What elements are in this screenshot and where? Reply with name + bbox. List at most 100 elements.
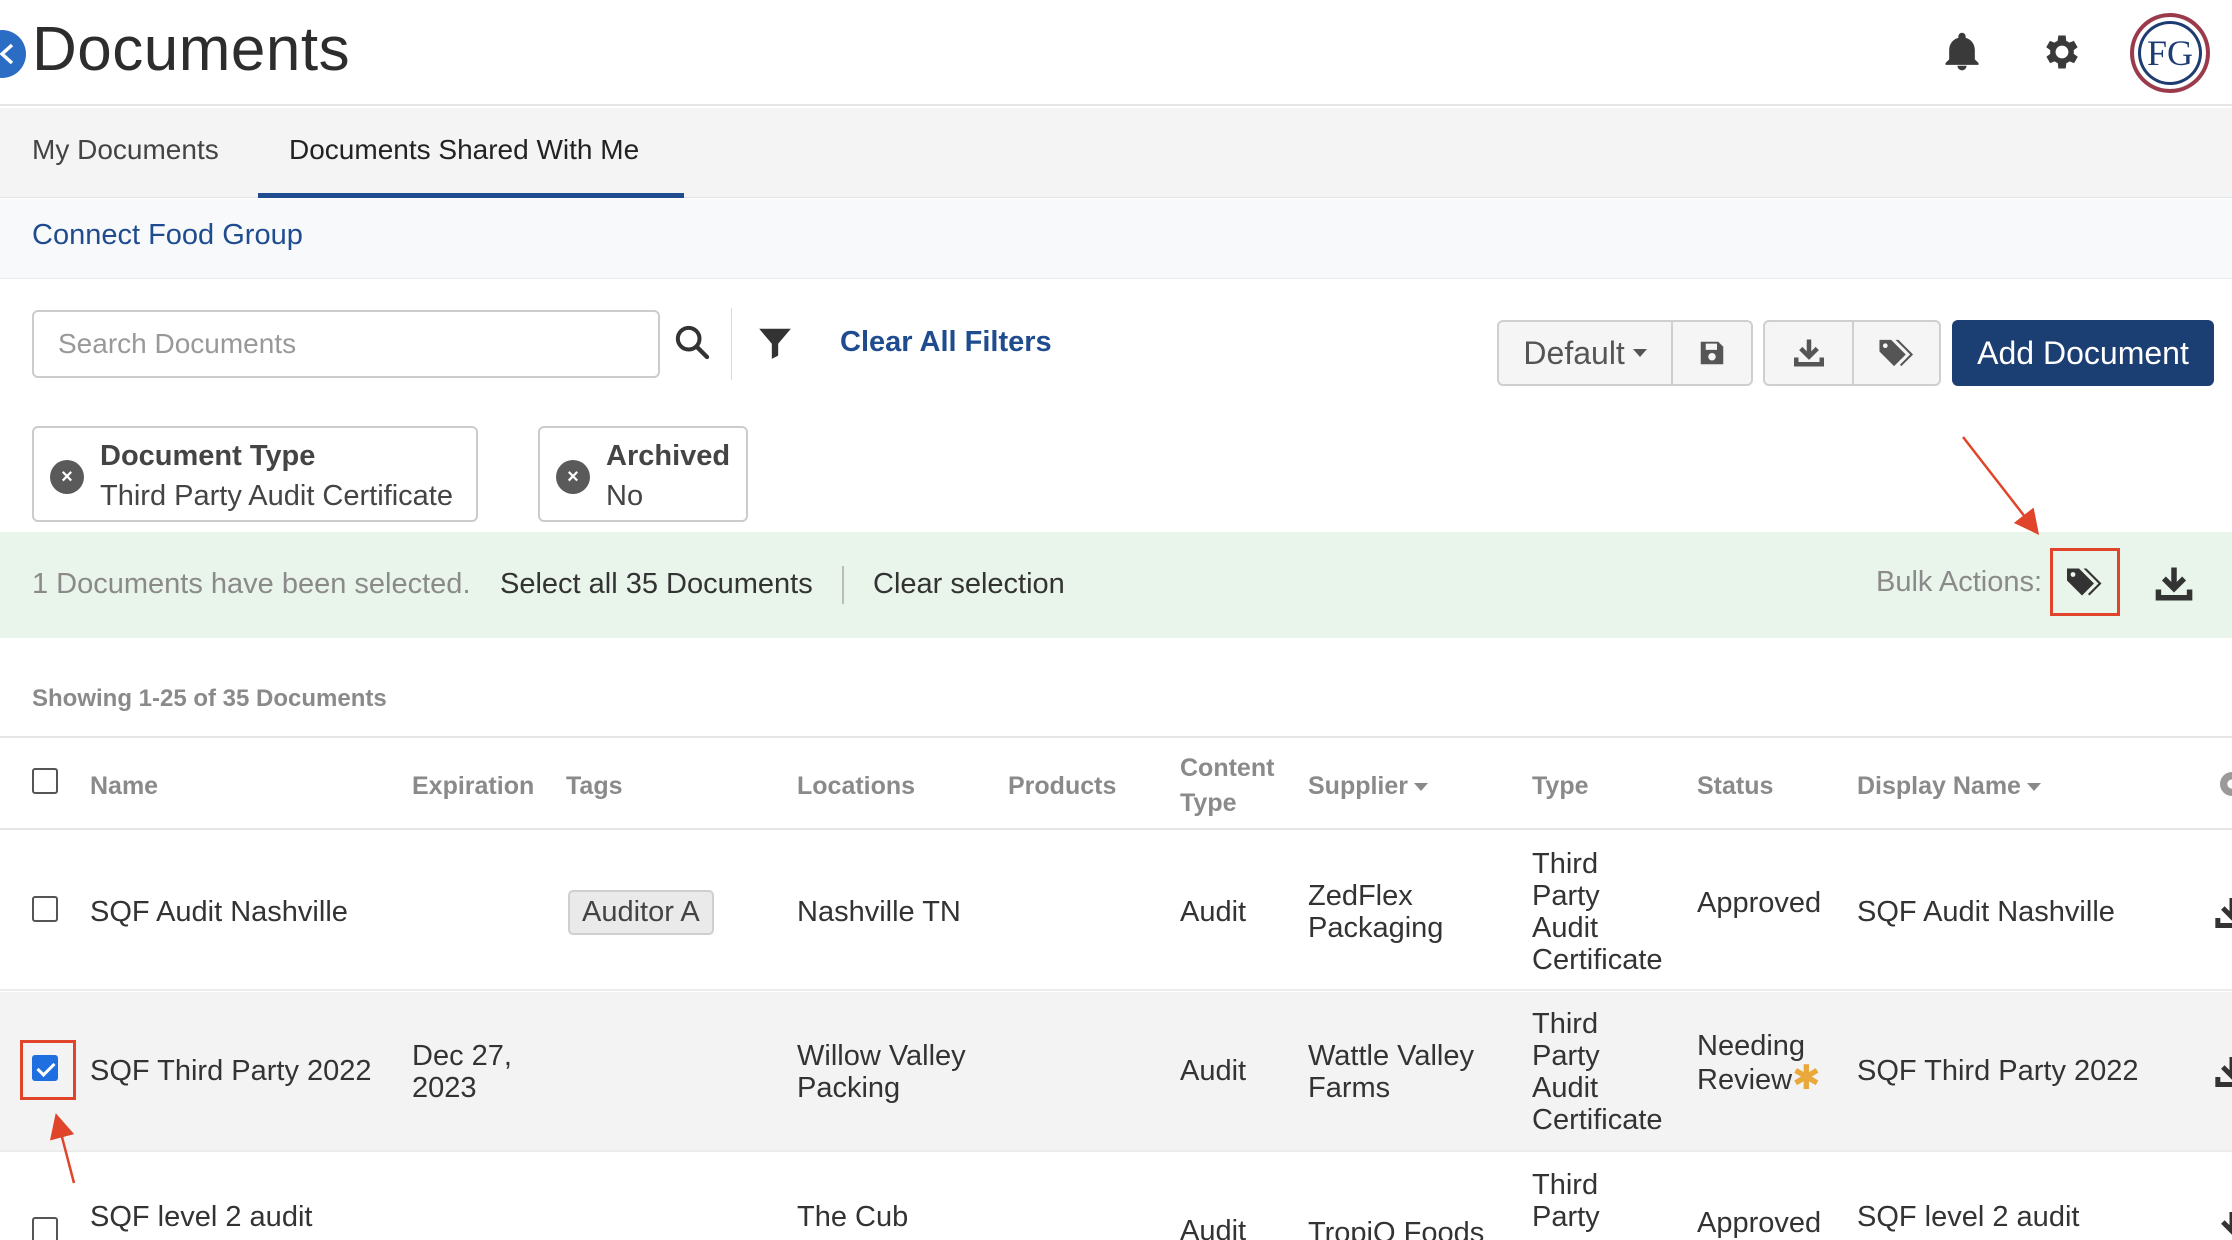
- export-button-group: [1763, 320, 1941, 386]
- caret-down-icon: [1632, 349, 1647, 357]
- row-checkbox[interactable]: [32, 1217, 58, 1240]
- results-count: Showing 1-25 of 35 Documents: [32, 685, 387, 712]
- bulk-actions-label: Bulk Actions:: [1876, 566, 2043, 598]
- column-header-locations[interactable]: Locations: [797, 772, 915, 801]
- save-view-button[interactable]: [1671, 322, 1751, 384]
- cell-supplier-line: Packaging: [1308, 912, 1444, 944]
- table-row[interactable]: SQF level 2 audit The Cub Audit TropiQ F…: [0, 1153, 2232, 1240]
- column-header-status[interactable]: Status: [1697, 772, 1773, 801]
- bulk-divider: [842, 566, 844, 604]
- cell-supplier-line: Farms: [1308, 1072, 1391, 1104]
- filter-chip-title: Archived: [606, 440, 731, 472]
- column-header-display-name-label: Display Name: [1857, 772, 2021, 800]
- cell-content-type: Audit: [1180, 1215, 1247, 1240]
- settings-gear-icon[interactable]: [2040, 30, 2084, 74]
- avatar-initials: FG: [2146, 33, 2194, 73]
- download-button[interactable]: [1765, 322, 1852, 384]
- filter-chip-title: Document Type: [100, 440, 316, 472]
- select-all-checkbox[interactable]: [32, 768, 58, 794]
- cell-type-line: Party: [1532, 1201, 1600, 1233]
- cell-type-line: Third: [1532, 1008, 1599, 1040]
- search-input[interactable]: [34, 312, 658, 376]
- remove-filter-icon[interactable]: ×: [556, 460, 590, 494]
- cell-location: Willow Valley Packing: [797, 1040, 966, 1104]
- cell-type-line: Party: [1532, 880, 1600, 912]
- row-download-icon[interactable]: [2212, 1052, 2232, 1092]
- cell-display-name: SQF Third Party 2022: [1857, 1055, 2139, 1087]
- needs-review-star-icon: ✱: [1792, 1059, 1821, 1097]
- cell-type-line: Audit: [1532, 912, 1599, 944]
- cell-content-type: Audit: [1180, 896, 1247, 928]
- search-icon[interactable]: [672, 322, 712, 362]
- table-row[interactable]: SQF Audit Nashville Auditor A Nashville …: [0, 831, 2232, 991]
- cell-expiration-line: 2023: [412, 1072, 477, 1104]
- cell-type: Third Party: [1532, 1169, 1600, 1233]
- cell-status-line: Review: [1697, 1064, 1793, 1096]
- cell-type-line: Third: [1532, 848, 1599, 880]
- cell-supplier: Wattle Valley Farms: [1308, 1040, 1474, 1104]
- tab-my-documents[interactable]: My Documents: [32, 108, 219, 198]
- column-header-display-name[interactable]: Display Name: [1857, 772, 2041, 801]
- chevron-left-icon: [0, 43, 14, 65]
- column-header-products[interactable]: Products: [1008, 772, 1116, 801]
- cell-type: Third Party Audit Certificate: [1532, 1008, 1663, 1136]
- column-header-content-line-1: Content: [1180, 754, 1275, 782]
- selected-checkbox-highlight: [20, 1040, 76, 1100]
- cell-status: Approved: [1697, 1207, 1822, 1239]
- add-document-button[interactable]: Add Document: [1952, 320, 2214, 386]
- cell-type-line: Certificate: [1532, 944, 1663, 976]
- cell-location: The Cub: [797, 1201, 909, 1233]
- filter-chip-value: No: [606, 480, 644, 512]
- cell-name[interactable]: SQF level 2 audit: [90, 1201, 312, 1233]
- view-select-dropdown[interactable]: Default: [1499, 322, 1671, 384]
- column-header-content-type[interactable]: Content Type: [1180, 754, 1274, 818]
- cell-status: Needing Review✱: [1697, 1030, 1821, 1096]
- column-header-expiration[interactable]: Expiration: [412, 772, 534, 801]
- cell-status-line: Needing: [1697, 1030, 1806, 1062]
- cell-location-line: Willow Valley: [797, 1040, 966, 1072]
- tags-icon: [1878, 339, 1913, 367]
- cell-supplier-line: Wattle Valley: [1308, 1040, 1474, 1072]
- filter-icon[interactable]: [756, 324, 794, 362]
- arrow-to-bulk-tag: [1962, 436, 2040, 535]
- bulk-download-button[interactable]: [2152, 562, 2196, 606]
- remove-filter-icon[interactable]: ×: [50, 460, 84, 494]
- collapse-sidebar-button[interactable]: [0, 30, 26, 78]
- filter-chip-archived: × Archived No: [538, 426, 748, 522]
- sort-caret-icon: [1414, 783, 1429, 792]
- clear-all-filters-link[interactable]: Clear All Filters: [840, 326, 1052, 359]
- column-header-content-line-2: Type: [1180, 789, 1237, 817]
- column-header-supplier[interactable]: Supplier: [1308, 772, 1429, 801]
- tab-documents-shared-with-me[interactable]: Documents Shared With Me: [258, 108, 684, 198]
- table-row[interactable]: SQF Third Party 2022 Dec 27, 2023 Willow…: [0, 992, 2232, 1152]
- organization-link[interactable]: Connect Food Group: [32, 219, 303, 252]
- select-all-documents-link[interactable]: Select all 35 Documents: [500, 568, 813, 601]
- row-download-icon[interactable]: [2212, 1207, 2232, 1240]
- clear-selection-link[interactable]: Clear selection: [873, 568, 1065, 601]
- cell-supplier: TropiQ Foods: [1308, 1217, 1485, 1240]
- cell-name[interactable]: SQF Audit Nashville: [90, 896, 348, 928]
- column-header-name[interactable]: Name: [90, 772, 158, 801]
- filter-chip-value: Third Party Audit Certificate: [100, 480, 453, 512]
- cell-type: Third Party Audit Certificate: [1532, 848, 1663, 976]
- column-settings-gear-icon[interactable]: [2216, 768, 2232, 800]
- tags-button[interactable]: [1852, 322, 1939, 384]
- table-header: Name Expiration Tags Locations Products …: [0, 736, 2232, 830]
- download-icon: [1793, 339, 1824, 367]
- tag-pill[interactable]: Auditor A: [568, 890, 714, 935]
- organization-bar: Connect Food Group: [0, 199, 2232, 279]
- cell-supplier: ZedFlex Packaging: [1308, 880, 1443, 944]
- document-tabs: My Documents Documents Shared With Me: [0, 108, 2232, 198]
- row-download-icon[interactable]: [2212, 893, 2232, 933]
- user-avatar[interactable]: FG: [2130, 13, 2210, 93]
- column-header-type[interactable]: Type: [1532, 772, 1589, 801]
- bulk-tag-button[interactable]: [2050, 548, 2120, 616]
- save-icon: [1700, 341, 1724, 365]
- cell-type-line: Certificate: [1532, 1104, 1663, 1136]
- page-header: Documents FG: [0, 0, 2232, 106]
- row-checkbox[interactable]: [32, 896, 58, 922]
- column-header-tags[interactable]: Tags: [566, 772, 623, 801]
- notifications-bell-icon[interactable]: [1940, 30, 1984, 74]
- cell-name[interactable]: SQF Third Party 2022: [90, 1055, 372, 1087]
- cell-type-line: Audit: [1532, 1072, 1599, 1104]
